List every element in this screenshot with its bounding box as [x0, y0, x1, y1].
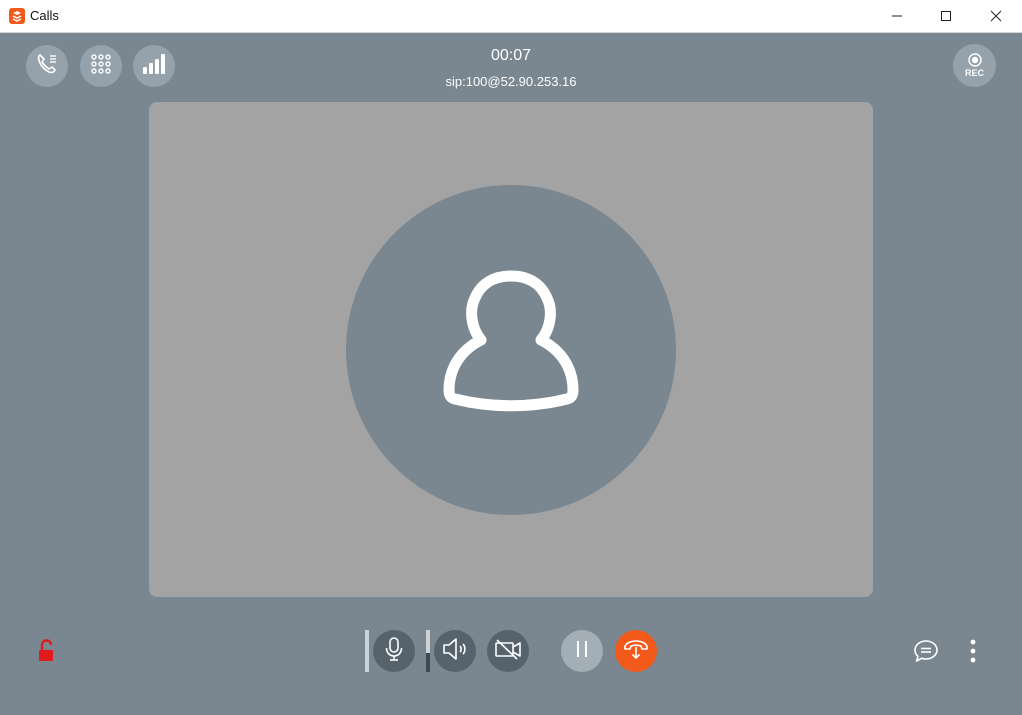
- window-title: Calls: [30, 8, 59, 23]
- record-label: REC: [964, 68, 984, 78]
- record-button[interactable]: REC: [953, 44, 996, 87]
- avatar: [346, 185, 676, 515]
- security-lock-button[interactable]: [36, 639, 56, 668]
- transfer-button[interactable]: [615, 630, 657, 672]
- speaker-level-bar: [426, 630, 430, 672]
- speaker-button[interactable]: [434, 630, 476, 672]
- call-view: 00:07 sip:100@52.90.253.16 REC: [0, 33, 1022, 715]
- call-timer: 00:07: [490, 47, 532, 64]
- app-logo-icon: [9, 8, 25, 24]
- minimize-button[interactable]: [874, 0, 920, 32]
- speaker-level-fill: [426, 653, 430, 672]
- speaker-icon: [441, 637, 469, 666]
- chat-button[interactable]: [913, 638, 939, 669]
- microphone-level-bar: [365, 630, 369, 672]
- vertical-dots-icon: [965, 639, 981, 668]
- maximize-button[interactable]: [923, 0, 969, 32]
- more-options-button[interactable]: [965, 638, 981, 669]
- hold-button[interactable]: [561, 630, 603, 672]
- camera-off-icon: [493, 637, 523, 666]
- record-icon: [967, 53, 982, 67]
- call-transfer-icon: [622, 636, 650, 667]
- call-address: sip:100@52.90.253.16: [445, 74, 577, 89]
- microphone-icon: [383, 636, 405, 667]
- title-bar: Calls: [0, 0, 1022, 33]
- user-silhouette-icon: [421, 258, 601, 443]
- chat-bubble-icon: [913, 640, 939, 668]
- unlocked-padlock-icon: [36, 639, 56, 667]
- video-area: [149, 102, 873, 597]
- close-button[interactable]: [973, 0, 1019, 32]
- camera-button[interactable]: [487, 630, 529, 672]
- microphone-button[interactable]: [373, 630, 415, 672]
- pause-icon: [573, 638, 591, 665]
